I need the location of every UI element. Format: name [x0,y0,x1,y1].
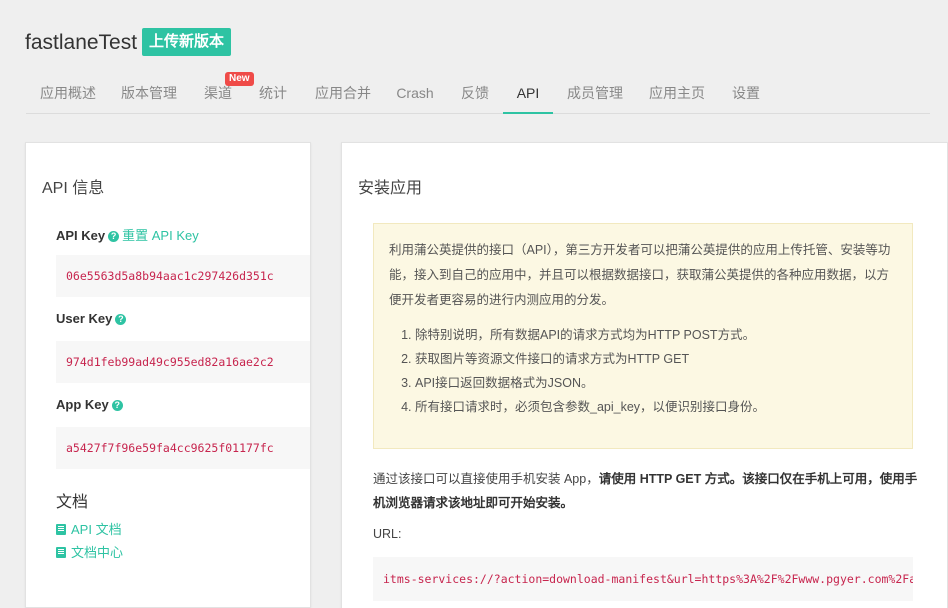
tab-settings[interactable]: 设置 [731,72,761,114]
question-circle-icon[interactable]: ? [111,400,123,411]
user-key-value[interactable]: 974d1feb99ad49c955ed82a16ae2c2 [56,341,310,383]
tab-feedback[interactable]: 反馈 [460,72,490,114]
user-key-label: User Key? [56,311,127,326]
doc-center-link[interactable]: 文档中心 [56,542,123,561]
tab-homepage[interactable]: 应用主页 [649,72,705,114]
install-url-value[interactable]: itms-services://?action=download-manifes… [373,557,913,601]
notice-item: 所有接口请求时，必须包含参数_api_key，以便识别接口身份。 [415,395,897,419]
install-app-panel: 安装应用 利用蒲公英提供的接口（API），第三方开发者可以把蒲公英提供的应用上传… [341,142,948,608]
api-info-title: API 信息 [42,180,105,197]
api-key-label: API Key? 重置 API Key [56,225,199,244]
app-key-label: App Key? [56,397,123,412]
notice-list: 除特别说明，所有数据API的请求方式均为HTTP POST方式。 获取图片等资源… [389,323,897,419]
app-key-label-text: App Key [56,397,109,412]
notice-item: 获取图片等资源文件接口的请求方式为HTTP GET [415,347,897,371]
tab-overview[interactable]: 应用概述 [40,72,96,114]
notice-item: 除特别说明，所有数据API的请求方式均为HTTP POST方式。 [415,323,897,347]
tab-crash[interactable]: Crash [396,72,434,114]
api-docs-link-text[interactable]: API 文档 [71,522,122,537]
api-key-label-text: API Key [56,228,106,243]
book-icon [56,524,66,535]
api-docs-link[interactable]: API 文档 [56,519,122,538]
question-circle-icon[interactable]: ? [115,314,127,325]
app-name: fastlaneTest [25,31,138,54]
book-icon [56,547,66,558]
app-tabs: 应用概述 版本管理 渠道 统计 应用合并 Crash 反馈 API 成员管理 应… [26,72,930,114]
tab-merge[interactable]: 应用合并 [315,72,371,114]
new-badge: New [225,72,254,86]
tab-versions[interactable]: 版本管理 [121,72,177,114]
question-circle-icon[interactable]: ? [108,231,120,242]
notice-item: API接口返回数据格式为JSON。 [415,371,897,395]
api-notice-box: 利用蒲公英提供的接口（API），第三方开发者可以把蒲公英提供的应用上传托管、安装… [373,223,913,449]
tab-members[interactable]: 成员管理 [567,72,623,114]
tab-api[interactable]: API [503,72,553,114]
reset-api-key-link[interactable]: 重置 API Key [122,228,199,243]
upload-new-version-button[interactable]: 上传新版本 [142,28,232,56]
app-key-value[interactable]: a5427f7f96e59fa4cc9625f01177fc [56,427,310,469]
api-info-panel: API 信息 API Key? 重置 API Key 06e5563d5a8b94… [25,142,311,608]
tab-stats[interactable]: 统计 [258,72,288,114]
user-key-label-text: User Key [56,311,113,326]
install-intro: 通过该接口可以直接使用手机安装 App，请使用 HTTP GET 方式。该接口仅… [373,467,921,515]
docs-title: 文档 [56,494,89,511]
app-header: fastlaneTest 上传新版本 应用概述 版本管理 渠道 统计 应用合并 … [0,0,948,118]
doc-center-link-text[interactable]: 文档中心 [71,545,123,560]
install-app-title: 安装应用 [358,180,423,197]
api-key-value[interactable]: 06e5563d5a8b94aac1c297426d351c [56,255,310,297]
install-intro-plain: 通过该接口可以直接使用手机安装 App， [373,472,599,486]
url-label: URL: [373,527,402,541]
notice-text: 利用蒲公英提供的接口（API），第三方开发者可以把蒲公英提供的应用上传托管、安装… [389,243,891,307]
